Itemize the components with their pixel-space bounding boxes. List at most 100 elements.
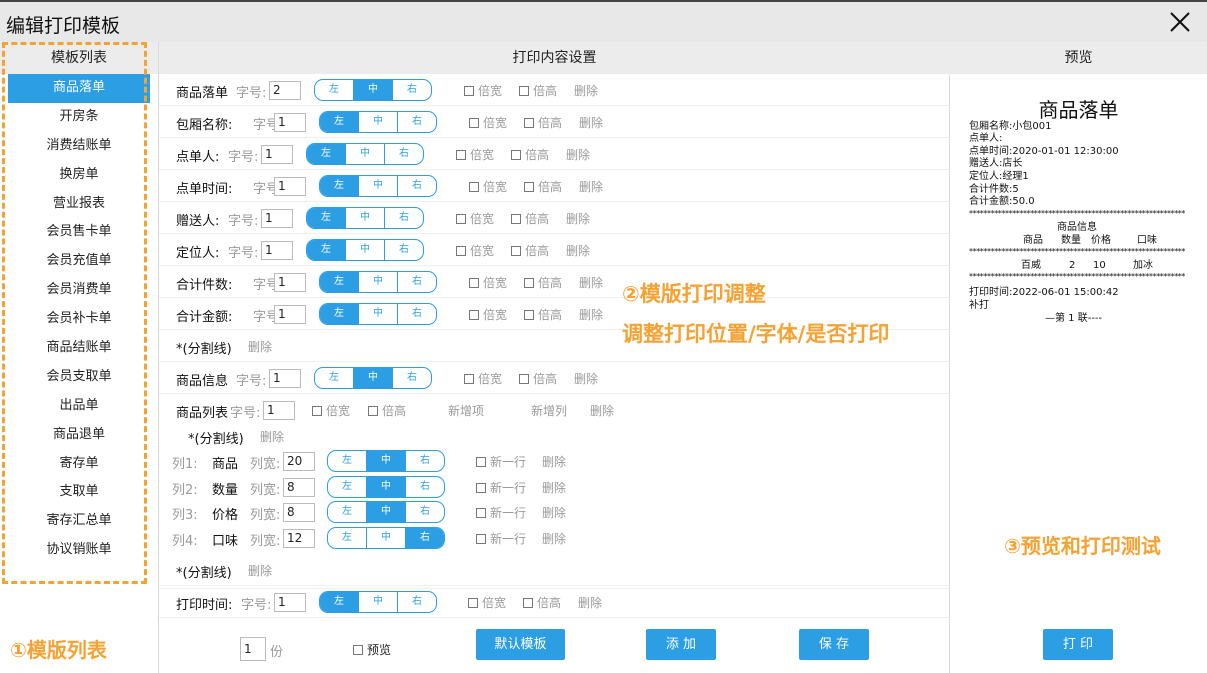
double-height-checkbox[interactable]: 倍高 bbox=[524, 178, 562, 195]
delete-link[interactable]: 删除 bbox=[579, 274, 603, 291]
align-option[interactable]: 中 bbox=[346, 208, 385, 228]
font-size-input[interactable]: 1 bbox=[274, 177, 306, 196]
align-option[interactable]: 左 bbox=[320, 304, 359, 324]
template-item-11[interactable]: 出品单 bbox=[0, 392, 158, 421]
font-size-input[interactable]: 1 bbox=[274, 113, 306, 132]
delete-link[interactable]: 删除 bbox=[574, 370, 598, 387]
align-option[interactable]: 中 bbox=[346, 240, 385, 260]
align-option[interactable]: 中 bbox=[359, 176, 398, 196]
template-item-4[interactable]: 营业报表 bbox=[0, 190, 158, 219]
template-item-2[interactable]: 消费结账单 bbox=[0, 132, 158, 161]
template-item-1[interactable]: 开房条 bbox=[0, 103, 158, 132]
delete-link[interactable]: 删除 bbox=[579, 114, 603, 131]
double-width-checkbox[interactable]: 倍宽 bbox=[456, 146, 494, 163]
align-option[interactable]: 右 bbox=[398, 304, 436, 324]
align-option[interactable]: 左 bbox=[328, 502, 367, 522]
delete-link[interactable]: 删除 bbox=[574, 82, 598, 99]
delete-link[interactable]: 删除 bbox=[578, 594, 602, 611]
delete-link[interactable]: 删除 bbox=[248, 338, 272, 355]
align-option[interactable]: 中 bbox=[359, 112, 398, 132]
new-line-checkbox[interactable]: 新一行 bbox=[476, 453, 526, 470]
delete-link[interactable]: 删除 bbox=[579, 306, 603, 323]
align-option[interactable]: 左 bbox=[320, 176, 359, 196]
align-option[interactable]: 左 bbox=[315, 368, 354, 388]
template-item-9[interactable]: 商品结账单 bbox=[0, 334, 158, 363]
align-option[interactable]: 中 bbox=[367, 476, 406, 497]
align-option[interactable]: 左 bbox=[307, 208, 346, 228]
add-item-link[interactable]: 新增项 bbox=[448, 402, 484, 419]
new-line-checkbox[interactable]: 新一行 bbox=[476, 479, 526, 496]
template-item-14[interactable]: 支取单 bbox=[0, 478, 158, 507]
align-option[interactable]: 中 bbox=[359, 272, 398, 292]
align-option[interactable]: 左 bbox=[315, 80, 354, 100]
font-size-input[interactable]: 2 bbox=[269, 81, 301, 100]
align-option[interactable]: 左 bbox=[307, 144, 346, 164]
font-size-input[interactable]: 1 bbox=[261, 241, 293, 260]
save-button[interactable]: 保 存 bbox=[799, 629, 869, 660]
align-option[interactable]: 中 bbox=[346, 144, 385, 164]
double-width-checkbox[interactable]: 倍宽 bbox=[469, 274, 507, 291]
new-line-checkbox[interactable]: 新一行 bbox=[476, 504, 526, 521]
align-option[interactable]: 中 bbox=[367, 451, 406, 471]
double-width-checkbox[interactable]: 倍宽 bbox=[469, 306, 507, 323]
close-icon[interactable] bbox=[1167, 9, 1193, 35]
align-option[interactable]: 右 bbox=[406, 527, 444, 548]
double-height-checkbox[interactable]: 倍高 bbox=[511, 242, 549, 259]
font-size-input[interactable]: 1 bbox=[274, 593, 306, 612]
align-option[interactable]: 右 bbox=[398, 176, 436, 196]
template-item-10[interactable]: 会员支取单 bbox=[0, 363, 158, 392]
align-option[interactable]: 右 bbox=[406, 477, 444, 497]
font-size-input[interactable]: 1 bbox=[261, 145, 293, 164]
column-width-input[interactable]: 8 bbox=[283, 477, 315, 497]
delete-link[interactable]: 删除 bbox=[542, 453, 566, 470]
delete-link[interactable]: 删除 bbox=[566, 146, 590, 163]
column-width-input[interactable]: 20 bbox=[283, 452, 315, 471]
copies-input[interactable]: 1 bbox=[240, 637, 266, 661]
template-item-5[interactable]: 会员售卡单 bbox=[0, 218, 158, 247]
delete-link[interactable]: 删除 bbox=[542, 504, 566, 521]
double-width-checkbox[interactable]: 倍宽 bbox=[469, 178, 507, 195]
align-option[interactable]: 左 bbox=[320, 272, 359, 292]
font-size-input[interactable]: 1 bbox=[263, 401, 295, 420]
align-option[interactable]: 右 bbox=[385, 144, 423, 164]
template-item-13[interactable]: 寄存单 bbox=[0, 450, 158, 479]
align-option[interactable]: 右 bbox=[406, 502, 444, 522]
double-width-checkbox[interactable]: 倍宽 bbox=[468, 594, 506, 611]
align-option[interactable]: 中 bbox=[359, 592, 398, 612]
template-item-0[interactable]: 商品落单 bbox=[8, 74, 150, 103]
align-option[interactable]: 右 bbox=[398, 112, 436, 132]
align-option[interactable]: 右 bbox=[385, 240, 423, 260]
template-item-16[interactable]: 协议销账单 bbox=[0, 536, 158, 565]
double-height-checkbox[interactable]: 倍高 bbox=[368, 402, 406, 419]
template-item-12[interactable]: 商品退单 bbox=[0, 421, 158, 450]
align-option[interactable]: 中 bbox=[354, 368, 393, 388]
double-height-checkbox[interactable]: 倍高 bbox=[519, 82, 557, 99]
template-item-15[interactable]: 寄存汇总单 bbox=[0, 507, 158, 536]
double-width-checkbox[interactable]: 倍宽 bbox=[312, 402, 350, 419]
align-option[interactable]: 中 bbox=[354, 80, 393, 100]
column-width-input[interactable]: 8 bbox=[283, 503, 315, 522]
align-option[interactable]: 中 bbox=[367, 527, 406, 548]
delete-link[interactable]: 删除 bbox=[590, 402, 614, 419]
align-option[interactable]: 右 bbox=[385, 208, 423, 228]
double-height-checkbox[interactable]: 倍高 bbox=[511, 210, 549, 227]
align-option[interactable]: 中 bbox=[359, 304, 398, 324]
double-height-checkbox[interactable]: 倍高 bbox=[524, 306, 562, 323]
double-width-checkbox[interactable]: 倍宽 bbox=[464, 82, 502, 99]
double-width-checkbox[interactable]: 倍宽 bbox=[456, 242, 494, 259]
delete-link[interactable]: 删除 bbox=[260, 428, 284, 445]
align-option[interactable]: 左 bbox=[328, 527, 367, 548]
font-size-input[interactable]: 1 bbox=[274, 273, 306, 292]
default-template-button[interactable]: 默认模板 bbox=[476, 629, 565, 660]
template-item-3[interactable]: 换房单 bbox=[0, 161, 158, 190]
delete-link[interactable]: 删除 bbox=[566, 210, 590, 227]
font-size-input[interactable]: 1 bbox=[261, 209, 293, 228]
double-height-checkbox[interactable]: 倍高 bbox=[524, 114, 562, 131]
new-line-checkbox[interactable]: 新一行 bbox=[476, 530, 526, 547]
double-height-checkbox[interactable]: 倍高 bbox=[523, 594, 561, 611]
align-option[interactable]: 右 bbox=[406, 451, 444, 471]
delete-link[interactable]: 删除 bbox=[542, 479, 566, 496]
align-option[interactable]: 左 bbox=[320, 592, 359, 612]
align-option[interactable]: 右 bbox=[393, 368, 431, 388]
align-option[interactable]: 左 bbox=[328, 451, 367, 471]
